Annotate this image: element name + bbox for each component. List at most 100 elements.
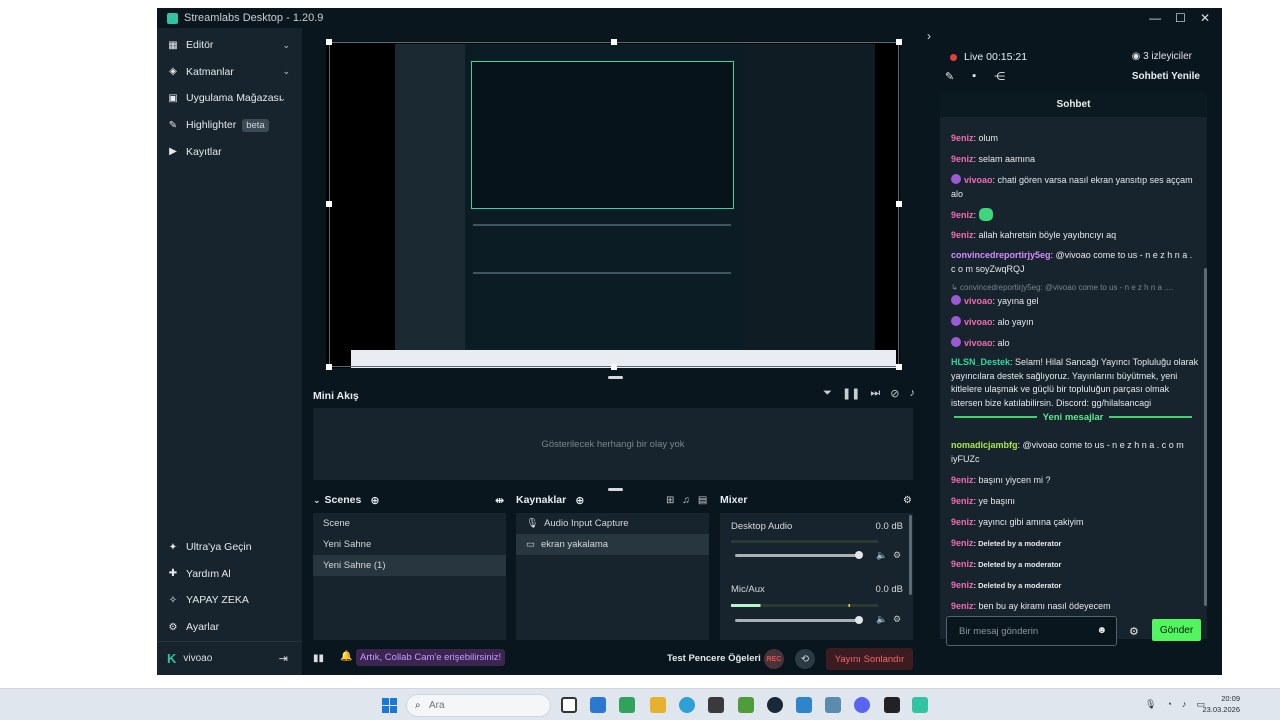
- resize-bar[interactable]: [608, 488, 623, 491]
- channel-settings-icon[interactable]: ⚙: [893, 614, 901, 625]
- app-icon[interactable]: [796, 697, 812, 713]
- network-icon[interactable]: ◔: [1166, 699, 1171, 710]
- chevron-right-icon[interactable]: ›: [927, 29, 931, 43]
- slider-knob[interactable]: [855, 616, 863, 624]
- folder-icon[interactable]: ▤: [698, 495, 707, 506]
- chat-user[interactable]: 9eniz: [951, 496, 974, 506]
- share-icon[interactable]: ⋲: [994, 70, 1005, 83]
- chat-user[interactable]: vivoao: [964, 317, 993, 327]
- refresh-chat-button[interactable]: Sohbeti Yenile: [1132, 71, 1200, 82]
- mic-icon[interactable]: 🎙: [1145, 699, 1156, 710]
- notifications-icon[interactable]: 🔔: [340, 651, 352, 662]
- end-stream-button[interactable]: Yayını Sonlandır: [826, 648, 913, 670]
- nav-app-store[interactable]: ▣ Uygulama Mağazası ⌄: [157, 85, 302, 112]
- skip-icon[interactable]: ⏭: [870, 387, 880, 400]
- logout-icon[interactable]: ⇥: [279, 652, 288, 665]
- resize-handle[interactable]: [611, 39, 617, 45]
- mixer-scrollbar[interactable]: [909, 515, 912, 595]
- steam-icon[interactable]: [767, 697, 783, 713]
- add-folder-icon[interactable]: ⊞: [666, 495, 674, 506]
- nav-help[interactable]: ✚ Yardım Al: [157, 561, 302, 588]
- test-windows-label[interactable]: Test Pencere Öğeleri: [667, 653, 761, 664]
- task-view-icon[interactable]: [561, 697, 577, 713]
- chat-user[interactable]: 9eniz: [951, 230, 974, 240]
- close-button[interactable]: ✕: [1200, 11, 1210, 25]
- app-icon[interactable]: [590, 697, 606, 713]
- taskbar-search[interactable]: ⌕ Ara: [406, 694, 551, 717]
- volume-icon[interactable]: ♪: [1182, 699, 1187, 710]
- stats-icon[interactable]: ▮▮: [313, 653, 324, 664]
- chat-user[interactable]: vivoao: [964, 296, 993, 306]
- resize-handle[interactable]: [611, 364, 617, 370]
- file-explorer-icon[interactable]: [650, 697, 666, 713]
- resize-handle[interactable]: [896, 201, 902, 207]
- nav-settings[interactable]: ⚙ Ayarlar: [157, 614, 302, 641]
- collab-cam-banner[interactable]: Artık, Collab Cam'e erişebilirsiniz!: [356, 649, 506, 666]
- chat-user[interactable]: 9eniz: [951, 601, 974, 611]
- mute-alerts-icon[interactable]: ⊘: [890, 387, 899, 400]
- clock[interactable]: 20:09 23.03.2026: [1202, 693, 1240, 715]
- stream-info-icon[interactable]: ▪: [972, 70, 976, 83]
- streamlabs-taskbar-icon[interactable]: [912, 697, 928, 713]
- app-icon[interactable]: [619, 697, 635, 713]
- resize-handle[interactable]: [326, 364, 332, 370]
- chat-user[interactable]: HLSN_Destek: [951, 357, 1010, 367]
- chat-user[interactable]: 9eniz: [951, 154, 974, 164]
- scene-item[interactable]: Yeni Sahne: [313, 534, 506, 555]
- chat-user[interactable]: 9eniz: [951, 538, 974, 548]
- volume-icon[interactable]: ♪: [910, 387, 916, 400]
- nav-layers[interactable]: ◈ Katmanlar ⌄: [157, 59, 302, 86]
- resize-handle[interactable]: [326, 201, 332, 207]
- windows-start-icon[interactable]: [382, 698, 397, 713]
- chat-input[interactable]: Bir mesaj gönderin ☻: [946, 616, 1117, 646]
- send-button[interactable]: Gönder: [1152, 619, 1201, 641]
- resize-bar[interactable]: [608, 376, 623, 379]
- app-icon[interactable]: [825, 697, 841, 713]
- filter-icon[interactable]: ⏷: [823, 387, 832, 400]
- add-scene-icon[interactable]: ⊕: [370, 494, 379, 507]
- scene-item[interactable]: Scene: [313, 513, 506, 534]
- record-button[interactable]: REC: [764, 649, 784, 669]
- source-item-selected[interactable]: ▭ ekran yakalama: [516, 534, 709, 555]
- minecraft-icon[interactable]: [738, 697, 754, 713]
- source-item[interactable]: 🎙 Audio Input Capture: [516, 513, 709, 534]
- resize-handle[interactable]: [896, 39, 902, 45]
- volume-slider[interactable]: [735, 616, 863, 624]
- browser-icon[interactable]: [679, 697, 695, 713]
- app-icon[interactable]: [884, 697, 900, 713]
- pause-icon[interactable]: ❚❚: [842, 387, 860, 400]
- nav-editor[interactable]: ▦ Editör ⌄: [157, 32, 302, 59]
- resize-handle[interactable]: [896, 364, 902, 370]
- chat-user[interactable]: 9eniz: [951, 559, 974, 569]
- channel-settings-icon[interactable]: ⚙: [893, 550, 901, 561]
- scene-transition-icon[interactable]: ⇹: [495, 492, 504, 508]
- chat-user[interactable]: 9eniz: [951, 210, 974, 220]
- volume-slider[interactable]: [735, 551, 863, 559]
- chat-scrollbar[interactable]: [1204, 268, 1207, 606]
- maximize-button[interactable]: ☐: [1175, 11, 1186, 25]
- nav-ai[interactable]: ✧ YAPAY ZEKA: [157, 587, 302, 614]
- stream-preview[interactable]: [326, 39, 902, 370]
- emoji-icon[interactable]: ☻: [1096, 625, 1107, 636]
- mixer-settings-icon[interactable]: ⚙: [903, 492, 912, 508]
- chat-user[interactable]: 9eniz: [951, 475, 974, 485]
- discord-icon[interactable]: [854, 697, 870, 713]
- chat-user[interactable]: convincedreportirjy5eg: [951, 250, 1051, 260]
- nav-ultra[interactable]: ✦ Ultra'ya Geçin: [157, 534, 302, 561]
- mute-icon[interactable]: 🔈: [876, 614, 887, 625]
- chat-settings-icon[interactable]: ⚙: [1129, 625, 1139, 638]
- nav-recordings[interactable]: ▶ Kayıtlar: [157, 138, 302, 165]
- chat-user[interactable]: 9eniz: [951, 517, 974, 527]
- resize-handle[interactable]: [326, 39, 332, 45]
- user-row[interactable]: K vivoao ⇥: [157, 641, 302, 675]
- chat-user[interactable]: vivoao: [964, 175, 993, 185]
- chevron-down-icon[interactable]: ⌄: [313, 495, 321, 506]
- audio-icon[interactable]: ♫: [682, 495, 690, 506]
- chat-user[interactable]: 9eniz: [951, 580, 974, 590]
- chat-user[interactable]: vivoao: [964, 338, 993, 348]
- nav-highlighter[interactable]: ✎ Highlighter beta: [157, 112, 302, 139]
- app-icon[interactable]: [708, 697, 724, 713]
- mute-icon[interactable]: 🔈: [876, 550, 887, 561]
- replay-buffer-button[interactable]: ⟲: [795, 649, 815, 669]
- chat-user[interactable]: 9eniz: [951, 133, 974, 143]
